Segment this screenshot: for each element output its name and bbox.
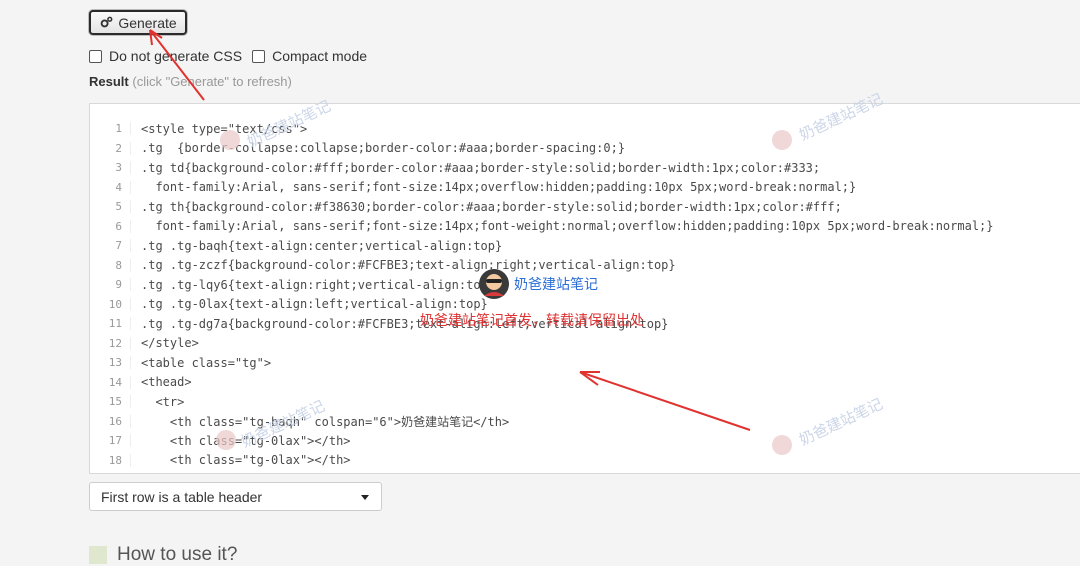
code-line: 4 font-family:Arial, sans-serif;font-siz…: [90, 178, 994, 198]
code-text: <th class="tg-0lax"></th>: [141, 453, 351, 468]
line-number: 11: [90, 317, 131, 331]
line-number: 2: [90, 141, 131, 155]
watermark-logo-label: 奶爸建站笔记: [514, 276, 598, 292]
code-line: 3 .tg td{background-color:#fff;border-col…: [90, 158, 994, 178]
line-number: 13: [90, 356, 131, 370]
code-line: 12 </style>: [90, 334, 994, 354]
line-number: 9: [90, 278, 131, 292]
line-number: 7: [90, 239, 131, 253]
code-line: 1 <style type="text/css">: [90, 119, 994, 139]
code-text: <table class="tg">: [141, 355, 272, 370]
header-row-select[interactable]: First row is a table header: [89, 482, 382, 511]
code-text: .tg th{background-color:#f38630;border-c…: [141, 199, 842, 214]
line-number: 14: [90, 375, 131, 389]
generate-button[interactable]: Generate: [89, 10, 187, 35]
code-text: <thead>: [141, 375, 192, 390]
generate-label: Generate: [118, 14, 177, 31]
how-to-section: How to use it?: [89, 544, 237, 566]
compact-checkbox[interactable]: [252, 49, 266, 63]
code-text: </style>: [141, 336, 199, 351]
result-title: Result: [89, 74, 129, 89]
code-line: 18 <th class="tg-0lax"></th>: [90, 451, 994, 471]
section-title: How to use it?: [117, 544, 238, 565]
code-line: 7 .tg .tg-baqh{text-align:center;vertical…: [90, 236, 994, 256]
options-row: Do not generate CSS Compact mode: [89, 48, 377, 64]
line-number: 6: [90, 219, 131, 233]
result-heading: Result (click "Generate" to refresh): [89, 74, 292, 89]
section-marker: [89, 546, 107, 564]
code-text: font-family:Arial, sans-serif;font-size:…: [141, 219, 994, 234]
line-number: 1: [90, 122, 131, 136]
avatar-icon: [479, 269, 509, 299]
code-text: .tg .tg-baqh{text-align:center;vertical-…: [141, 238, 503, 253]
code-text: font-family:Arial, sans-serif;font-size:…: [141, 180, 857, 195]
line-number: 5: [90, 200, 131, 214]
line-number: 10: [90, 297, 131, 311]
code-line: 5 .tg th{background-color:#f38630;border-…: [90, 197, 994, 217]
code-line: 2 .tg {border-collapse:collapse;border-co…: [90, 139, 994, 159]
line-number: 16: [90, 414, 131, 428]
line-number: 8: [90, 258, 131, 272]
header-row-select-value: First row is a table header: [101, 488, 263, 505]
compact-label: Compact mode: [272, 48, 368, 64]
gears-icon: [100, 16, 113, 28]
code-text: <tr>: [141, 394, 185, 409]
line-number: 12: [90, 336, 131, 350]
code-line: 14 <thead>: [90, 373, 994, 393]
code-text: .tg td{background-color:#fff;border-colo…: [141, 160, 821, 175]
watermark-logo: 奶爸建站笔记: [478, 268, 598, 300]
line-number: 4: [90, 180, 131, 194]
code-line: 6 font-family:Arial, sans-serif;font-siz…: [90, 217, 994, 237]
result-hint: (click "Generate" to refresh): [132, 74, 292, 89]
code-text: .tg {border-collapse:collapse;border-col…: [141, 141, 626, 156]
no-css-label: Do not generate CSS: [109, 48, 243, 64]
line-number: 17: [90, 434, 131, 448]
chevron-down-icon: [361, 495, 369, 500]
code-text: .tg .tg-lqy6{text-align:right;vertical-a…: [141, 277, 496, 292]
line-number: 15: [90, 395, 131, 409]
no-css-checkbox[interactable]: [89, 49, 102, 63]
watermark-notice: 奶爸建站笔记首发，转载请保留出处: [420, 312, 644, 328]
line-number: 18: [90, 453, 131, 467]
option-no-css[interactable]: Do not generate CSS: [89, 48, 242, 64]
option-compact[interactable]: Compact mode: [252, 48, 367, 64]
code-line: 17 <th class="tg-0lax"></th>: [90, 431, 994, 451]
code-line: 13 <table class="tg">: [90, 353, 994, 373]
line-number: 3: [90, 161, 131, 175]
